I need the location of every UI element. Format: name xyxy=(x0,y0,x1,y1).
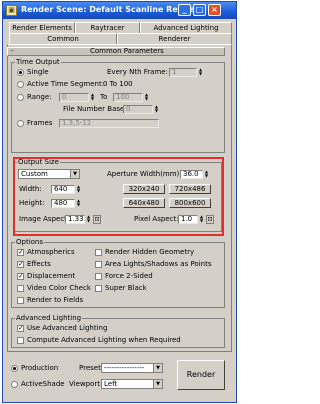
atmospherics-checkbox[interactable]: ✓ xyxy=(17,249,24,256)
every-nth-spinner[interactable]: ▲ ▼ xyxy=(198,68,203,77)
render-scene-window: ▣ Render Scene: Default Scanline Rende..… xyxy=(2,1,237,403)
range-to-spinner[interactable]: ▲ ▼ xyxy=(144,93,149,102)
every-nth-label: Every Nth Frame: xyxy=(107,68,168,76)
viewport-label: Viewport: xyxy=(69,380,103,388)
preset-label: Preset: xyxy=(79,364,104,372)
app-icon: ▣ xyxy=(6,5,17,16)
activeshade-label: ActiveShade xyxy=(21,380,65,388)
range-from-spinner[interactable]: ▲ ▼ xyxy=(90,93,95,102)
activeshade-radio[interactable] xyxy=(11,381,18,388)
output-size-highlight xyxy=(13,157,224,236)
file-number-base-label: File Number Base: xyxy=(63,105,127,113)
preset-dropdown[interactable]: ---------------- ▼ xyxy=(101,363,163,373)
range-to-label: To xyxy=(100,93,108,101)
displacement-label: Displacement xyxy=(27,272,76,280)
viewport-dropdown[interactable]: Left ▼ xyxy=(101,379,163,389)
compute-advanced-lighting-checkbox[interactable] xyxy=(17,337,24,344)
single-radio[interactable] xyxy=(17,69,24,76)
range-to-field[interactable]: 100 xyxy=(113,93,143,102)
tab-raytracer[interactable]: Raytracer xyxy=(75,22,140,33)
rollout-toggle[interactable]: - xyxy=(11,47,14,56)
use-advanced-lighting-label: Use Advanced Lighting xyxy=(27,324,108,332)
production-label: Production xyxy=(21,364,59,372)
active-segment-radio[interactable] xyxy=(17,81,24,88)
viewport-value: Left xyxy=(104,380,118,388)
range-label: Range: xyxy=(27,93,52,101)
common-parameters-rollout[interactable]: - Common Parameters xyxy=(7,47,225,56)
effects-label: Effects xyxy=(27,260,51,268)
video-color-check-label: Video Color Check xyxy=(27,284,91,292)
area-lights-checkbox[interactable] xyxy=(95,261,102,268)
force-2-sided-checkbox[interactable] xyxy=(95,273,102,280)
area-lights-label: Area Lights/Shadows as Points xyxy=(105,260,212,268)
displacement-checkbox[interactable]: ✓ xyxy=(17,273,24,280)
tab-advanced-lighting[interactable]: Advanced Lighting xyxy=(140,22,232,33)
maximize-icon[interactable]: □ xyxy=(193,4,206,16)
render-to-fields-checkbox[interactable] xyxy=(17,297,24,304)
chevron-down-icon[interactable]: ▼ xyxy=(153,364,162,372)
compute-advanced-lighting-label: Compute Advanced Lighting when Required xyxy=(27,336,181,344)
frames-radio[interactable] xyxy=(17,120,24,127)
frames-field[interactable]: 1,3,5-12 xyxy=(59,119,159,128)
range-from-field[interactable]: 0 xyxy=(59,93,89,102)
options-label: Options xyxy=(15,238,45,246)
render-hidden-geometry-label: Render Hidden Geometry xyxy=(105,248,195,256)
window-title: Render Scene: Default Scanline Rende... xyxy=(21,5,204,14)
tab-renderer[interactable]: Renderer xyxy=(117,33,232,44)
production-radio[interactable] xyxy=(11,365,18,372)
render-button[interactable]: Render xyxy=(177,360,225,390)
file-number-base-spinner[interactable]: ▲ ▼ xyxy=(154,105,159,114)
effects-checkbox[interactable]: ✓ xyxy=(17,261,24,268)
minimize-icon[interactable]: _ xyxy=(178,4,191,16)
time-output-label: Time Output xyxy=(15,58,61,66)
every-nth-field[interactable]: 1 xyxy=(169,68,197,77)
tab-render-elements[interactable]: Render Elements xyxy=(9,22,75,33)
active-segment-range: 0 To 100 xyxy=(103,80,133,88)
advanced-lighting-label: Advanced Lighting xyxy=(15,314,83,322)
use-advanced-lighting-checkbox[interactable]: ✓ xyxy=(17,325,24,332)
close-icon[interactable]: × xyxy=(208,4,221,16)
title-bar[interactable]: ▣ Render Scene: Default Scanline Rende..… xyxy=(3,2,236,19)
render-to-fields-label: Render to Fields xyxy=(27,296,84,304)
super-black-label: Super Black xyxy=(105,284,147,292)
single-label: Single xyxy=(27,68,49,76)
chevron-down-icon[interactable]: ▼ xyxy=(153,380,162,388)
super-black-checkbox[interactable] xyxy=(95,285,102,292)
tab-common[interactable]: Common xyxy=(9,33,117,44)
render-hidden-geometry-checkbox[interactable] xyxy=(95,249,102,256)
range-radio[interactable] xyxy=(17,94,24,101)
preset-value: ---------------- xyxy=(104,364,145,372)
atmospherics-label: Atmospherics xyxy=(27,248,75,256)
file-number-base-field[interactable]: 0 xyxy=(123,105,153,114)
frames-label: Frames xyxy=(27,119,53,127)
rollout-title: Common Parameters xyxy=(90,47,164,55)
video-color-check-checkbox[interactable] xyxy=(17,285,24,292)
force-2-sided-label: Force 2-Sided xyxy=(105,272,153,280)
active-segment-label: Active Time Segment: xyxy=(27,80,105,88)
